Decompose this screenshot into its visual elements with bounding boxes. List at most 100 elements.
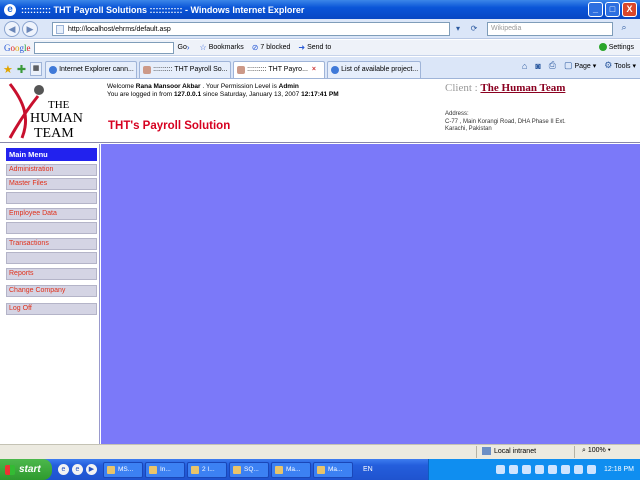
taskbar-button[interactable]: 2 I... [187,461,227,478]
minimize-button[interactable]: _ [588,2,603,17]
home-icon[interactable]: ⌂ [522,61,527,71]
popup-blocker-button[interactable]: ⊘ 7 blocked [252,43,291,52]
main-content-area [101,144,640,444]
refresh-icon[interactable]: ⟳ [468,22,480,35]
ie-page-icon [331,66,340,74]
forward-arrow-icon[interactable]: ▶ [22,20,38,37]
login-ip: 127.0.0.1 [173,91,202,98]
taskbar-button[interactable]: SQ... [229,461,269,478]
menu-item-log-off[interactable]: Log Off [6,303,97,315]
menu-item-administration[interactable]: Administration [6,164,97,176]
page-icon [56,24,64,34]
page-header: THE HUMAN TEAM Welcome Rana Mansoor Akba… [0,80,640,143]
google-logo: Google [4,42,31,53]
settings-button[interactable]: Settings [598,43,634,51]
feeds-icon[interactable]: ◙ [535,61,540,71]
page-menu[interactable]: ▢ Page ▾ [564,60,596,71]
language-indicator[interactable]: EN [363,466,373,473]
taskbar-button[interactable]: Ma... [271,461,311,478]
go-arrow-icon: › [186,43,190,52]
taskbar-button[interactable]: Ma... [313,461,353,478]
app-icon [275,465,283,474]
window-controls: _ □ X [588,2,637,17]
add-favorite-icon[interactable]: ✚ [17,63,26,76]
tools-menu[interactable]: ⚙ Tools ▾ [604,60,636,71]
permission-level: Admin [278,83,299,90]
google-search-input[interactable] [33,41,174,54]
command-bar: ⌂ ◙ ⎙ ▢ Page ▾ ⚙ Tools ▾ [522,60,636,71]
tray-icon[interactable] [561,465,571,474]
window-titlebar: e :::::::::: THT Payroll Solutions :::::… [0,0,640,19]
quick-launch: e e ▶ [58,464,97,475]
human-team-logo: THE HUMAN TEAM [8,83,83,140]
close-button[interactable]: X [622,2,637,17]
tab-close-icon[interactable]: × [312,62,316,78]
menu-item-master-files[interactable]: Master Files [6,178,97,190]
windows-flag-icon [5,464,15,475]
maximize-button[interactable]: □ [605,2,620,17]
tray-icon[interactable] [587,465,597,474]
ie-quicklaunch-icon[interactable]: e [72,464,83,475]
favorites-star-icon[interactable]: ★ [3,63,13,76]
search-input[interactable]: Wikipedia [487,22,613,36]
logo-text-team: TEAM [34,126,74,140]
tray-icon[interactable] [496,465,506,474]
start-button[interactable]: start [0,459,52,480]
tray-icon[interactable] [535,465,545,474]
menu-item-change-company[interactable]: Change Company [6,285,97,297]
main-menu-title: Main Menu [6,148,97,161]
google-go-button[interactable]: Go › [178,43,192,52]
blocked-icon: ⊘ [251,43,259,52]
address-url: http://localhost/ehrms/default.asp [68,25,171,33]
logo-text-the: THE [48,99,70,111]
tab-payroll-1[interactable]: :::::::::: THT Payroll So... [139,61,232,78]
send-to-button[interactable]: ➜ Send to [298,43,331,52]
tab-projects[interactable]: List of available project... [327,61,422,78]
status-bar: Local intranet ⌕ 100% ▾ [0,444,640,459]
client-name-link[interactable]: The Human Team [480,82,565,94]
login-time: 12:17:41 PM [301,91,339,98]
intranet-icon [482,447,491,455]
welcome-message: Welcome Rana Mansoor Akbar . Your Permis… [107,83,339,98]
security-zone: Local intranet [482,447,536,455]
taskbar-button[interactable]: In... [145,461,185,478]
app-icon [149,465,157,474]
tools-gear-icon: ⚙ [604,60,613,70]
bookmarks-button[interactable]: ☆ Bookmarks [200,43,244,52]
dropdown-arrow-icon[interactable]: ▾ [452,22,464,35]
client-info: Client : The Human Team [445,82,566,94]
print-icon[interactable]: ⎙ [549,60,556,71]
tab-payroll-active[interactable]: :::::::::: THT Payro... × [233,61,326,78]
tab-bar: ★ ✚ ▦ Internet Explorer cann... ::::::::… [0,57,640,79]
tray-icon[interactable] [574,465,584,474]
menu-item-blank [6,252,97,264]
internet-explorer-icon: e [4,3,16,16]
menu-item-transactions[interactable]: Transactions [6,238,97,250]
send-icon: ➜ [298,43,306,52]
back-arrow-icon[interactable]: ◀ [4,20,20,37]
app-icon [191,465,199,474]
search-icon[interactable]: ⌕ [615,22,633,36]
app-title: THT's Payroll Solution [108,120,231,132]
ie-quicklaunch-icon[interactable]: e [58,464,69,475]
star-icon: ☆ [199,43,207,52]
address-field[interactable]: http://localhost/ehrms/default.asp [52,22,450,36]
tab-ie-error[interactable]: Internet Explorer cann... [45,61,138,78]
taskbar-button[interactable]: MS... [103,461,143,478]
page-icon: ▢ [563,60,573,70]
quick-tabs-icon[interactable]: ▦ [30,62,43,76]
zoom-control[interactable]: ⌕ 100% ▾ [582,447,611,455]
navigation-bar: ◀ ▶ http://localhost/ehrms/default.asp ▾… [0,19,640,39]
tray-icon[interactable] [522,465,532,474]
main-menu-sidebar: Main Menu Administration Master Files Em… [0,144,100,444]
tray-icon[interactable] [509,465,519,474]
menu-item-employee-data[interactable]: Employee Data [6,208,97,220]
page-icon [143,66,152,74]
user-name: Rana Mansoor Akbar [135,83,201,90]
app-icon [107,465,115,474]
client-address: Address: C-77 , Main Korangi Road, DHA P… [445,111,566,132]
media-quicklaunch-icon[interactable]: ▶ [86,464,97,475]
menu-item-reports[interactable]: Reports [6,268,97,280]
taskbar-clock: 12:18 PM [604,466,634,473]
tray-icon[interactable] [548,465,558,474]
